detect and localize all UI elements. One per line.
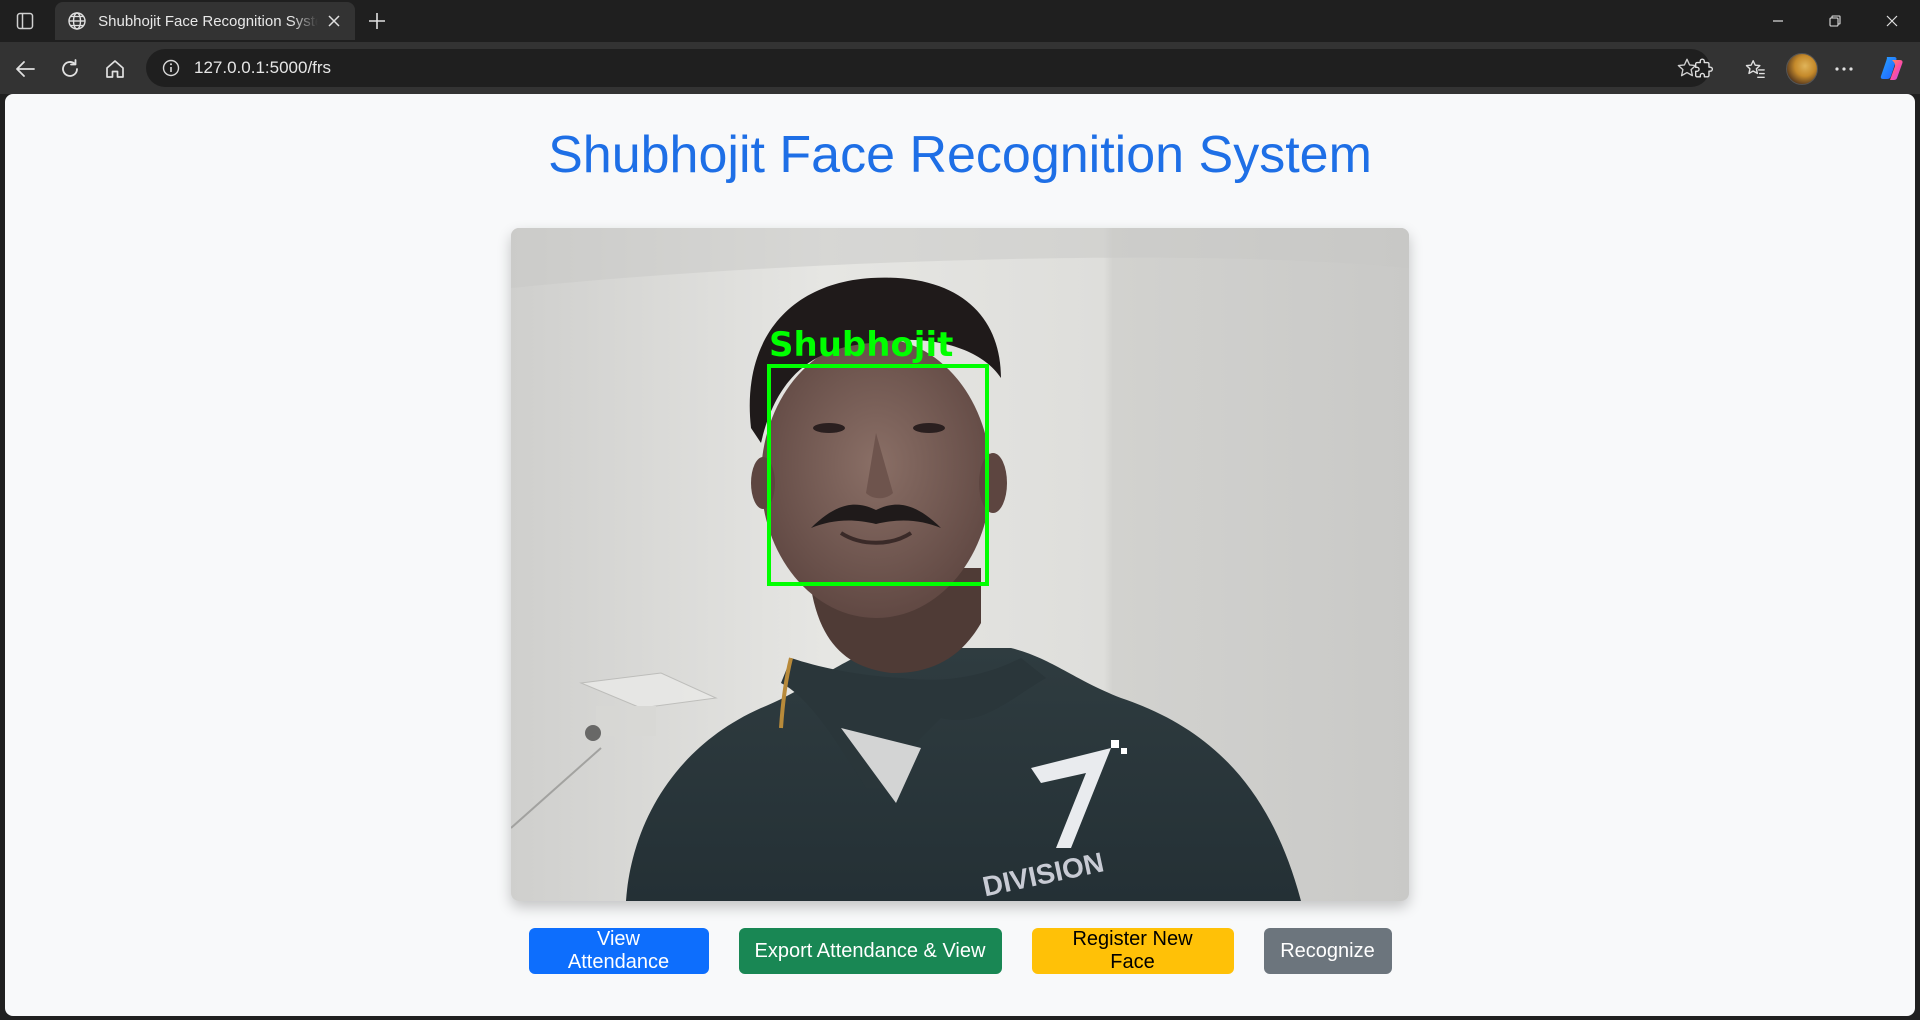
back-icon (16, 61, 35, 77)
globe-icon (65, 9, 88, 33)
minimize-button[interactable] (1749, 0, 1806, 42)
page-title: Shubhojit Face Recognition System (548, 126, 1372, 184)
camera-image: DIVISION Shubhojit (511, 228, 1409, 901)
active-tab[interactable]: Shubhojit Face Recognition System (55, 2, 355, 40)
address-bar[interactable]: 127.0.0.1:5000/frs (146, 49, 1710, 87)
tab-actions-icon (16, 12, 34, 30)
info-icon[interactable] (160, 57, 182, 79)
browser-toolbar: 127.0.0.1:5000/frs (0, 42, 1920, 94)
restore-icon (1828, 15, 1841, 27)
home-icon (106, 60, 124, 78)
page-viewport: Shubhojit Face Recognition System DIVISI… (5, 94, 1915, 1016)
recognize-button[interactable]: Recognize (1263, 928, 1392, 974)
more-button[interactable] (1827, 52, 1861, 86)
plus-icon (369, 13, 385, 29)
restore-button[interactable] (1806, 0, 1863, 42)
new-tab-button[interactable] (362, 6, 392, 36)
tab-strip: Shubhojit Face Recognition System (0, 0, 1920, 42)
favorites-button[interactable] (1738, 52, 1772, 86)
tab-close-icon[interactable] (324, 10, 345, 32)
refresh-button[interactable] (53, 52, 87, 86)
export-attendance-button[interactable]: Export Attendance & View (738, 928, 1002, 974)
copilot-icon[interactable] (1878, 54, 1906, 82)
home-button[interactable] (98, 52, 132, 86)
back-button[interactable] (8, 52, 42, 86)
tab-title: Shubhojit Face Recognition System (98, 12, 318, 30)
minimize-icon (1772, 20, 1783, 22)
camera-feed: DIVISION Shubhojit (511, 228, 1409, 901)
extensions-button[interactable] (1686, 52, 1720, 86)
extensions-icon (1694, 58, 1714, 78)
tab-actions-button[interactable] (6, 4, 44, 38)
window-controls (1749, 0, 1920, 42)
more-icon (1835, 67, 1853, 71)
avatar[interactable] (1786, 53, 1818, 85)
favorites-icon (1745, 60, 1765, 78)
close-icon (1886, 15, 1897, 27)
view-attendance-button[interactable]: View Attendance (528, 928, 709, 974)
close-window-button[interactable] (1863, 0, 1920, 42)
register-new-face-button[interactable]: Register New Face (1031, 928, 1234, 974)
refresh-icon (62, 59, 78, 77)
url-text[interactable]: 127.0.0.1:5000/frs (194, 58, 331, 78)
action-buttons: View Attendance Export Attendance & View… (5, 928, 1915, 974)
detected-name-label: Shubhojit (769, 325, 953, 365)
